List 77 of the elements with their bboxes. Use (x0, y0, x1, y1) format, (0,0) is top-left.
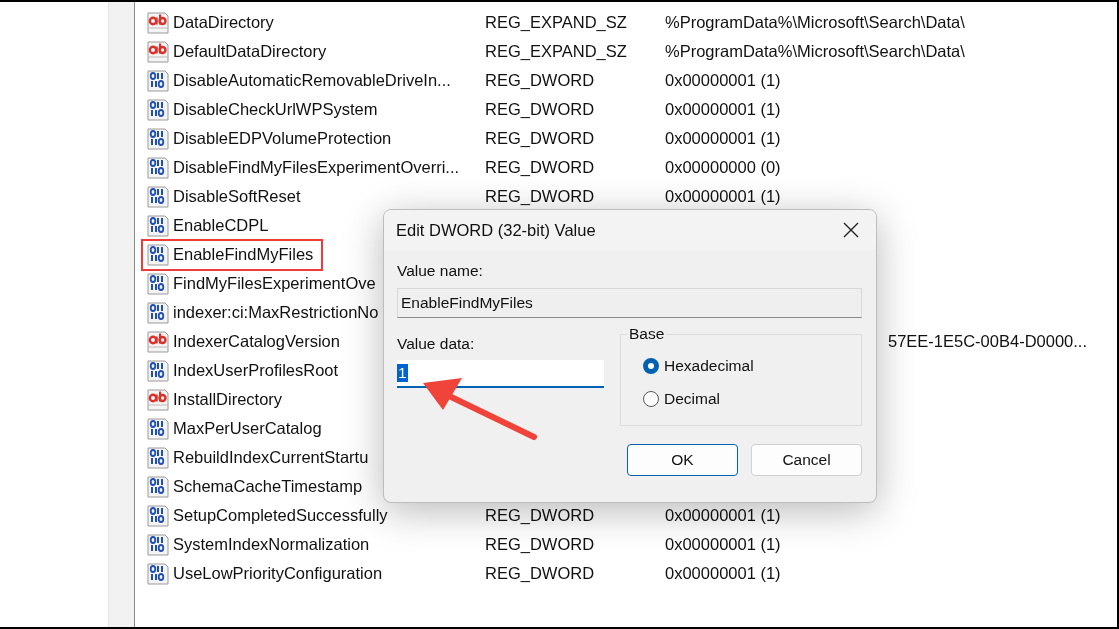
value-data: 0x00000001 (1) (665, 187, 782, 206)
value-name[interactable]: SetupCompletedSuccessfully (173, 506, 388, 525)
binary-value-icon (146, 503, 170, 528)
binary-value-icon (146, 300, 170, 325)
value-type: REG_EXPAND_SZ (485, 42, 628, 61)
ok-button[interactable]: OK (627, 444, 738, 476)
value-type: REG_DWORD (485, 158, 596, 177)
value-name[interactable]: indexer:ci:MaxRestrictionNo (173, 303, 379, 322)
value-type: REG_DWORD (485, 129, 596, 148)
text-value-icon (146, 39, 170, 64)
splitter[interactable] (108, 2, 135, 627)
dialog-title: Edit DWORD (32-bit) Value (396, 220, 596, 240)
value-type: REG_DWORD (485, 564, 596, 583)
close-icon (842, 221, 860, 239)
value-name[interactable]: MaxPerUserCatalog (173, 419, 322, 438)
value-name[interactable]: FindMyFilesExperimentOve (173, 274, 376, 293)
radio-label: Hexadecimal (664, 356, 754, 375)
base-radio[interactable]: Hexadecimal (643, 349, 861, 382)
value-name[interactable]: IndexUserProfilesRoot (173, 361, 339, 380)
value-data: 0x00000001 (1) (665, 535, 782, 554)
value-name[interactable]: DisableEDPVolumeProtection (173, 129, 392, 148)
value-type: REG_DWORD (485, 187, 596, 206)
binary-value-icon (146, 213, 170, 238)
value-name[interactable]: DataDirectory (173, 13, 274, 32)
binary-value-icon (146, 358, 170, 383)
radio-label: Decimal (664, 389, 720, 408)
value-name[interactable]: DisableAutomaticRemovableDriveIn... (173, 71, 451, 90)
binary-value-icon (146, 242, 170, 267)
binary-value-icon (146, 445, 170, 470)
text-value-icon (146, 329, 170, 354)
value-data: 57EE-1E5C-00B4-D0000... (886, 332, 1088, 351)
value-type: REG_EXPAND_SZ (485, 13, 628, 32)
value-name[interactable]: DisableSoftReset (173, 187, 301, 206)
value-name[interactable]: EnableCDPL (173, 216, 269, 235)
value-type: REG_DWORD (485, 71, 596, 90)
value-name[interactable]: UseLowPriorityConfiguration (173, 564, 383, 583)
value-type: REG_DWORD (485, 506, 596, 525)
base-radio[interactable]: Decimal (643, 382, 861, 415)
value-data: 0x00000001 (1) (665, 506, 782, 525)
value-name[interactable]: IndexerCatalogVersion (173, 332, 340, 351)
value-data: %ProgramData%\Microsoft\Search\Data\ (665, 13, 966, 32)
value-name[interactable]: InstallDirectory (173, 390, 283, 409)
value-name[interactable]: SchemaCacheTimestamp (173, 477, 363, 496)
value-data: 0x00000001 (1) (665, 564, 782, 583)
value-name[interactable]: RebuildIndexCurrentStartu (173, 448, 369, 467)
value-data: 0x00000000 (0) (665, 158, 782, 177)
binary-value-icon (146, 184, 170, 209)
binary-value-icon (146, 68, 170, 93)
value-data: %ProgramData%\Microsoft\Search\Data\ (665, 42, 966, 61)
binary-value-icon (146, 271, 170, 296)
binary-value-icon (146, 155, 170, 180)
text-value-icon (146, 387, 170, 412)
binary-value-icon (146, 97, 170, 122)
value-data-field[interactable]: 1 (397, 360, 604, 388)
value-name[interactable]: SystemIndexNormalization (173, 535, 370, 554)
value-type: REG_DWORD (485, 535, 596, 554)
text-value-icon (146, 10, 170, 35)
value-data: 0x00000001 (1) (665, 100, 782, 119)
value-name[interactable]: DisableCheckUrlWPSystem (173, 100, 378, 119)
value-type: REG_DWORD (485, 100, 596, 119)
binary-value-icon (146, 532, 170, 557)
value-name-label: Value name: (397, 262, 484, 280)
value-data-label: Value data: (397, 335, 476, 353)
value-name[interactable]: EnableFindMyFiles (173, 245, 314, 264)
radio-circle[interactable] (643, 357, 659, 374)
value-name[interactable]: DefaultDataDirectory (173, 42, 327, 61)
binary-value-icon (146, 474, 170, 499)
value-name-field: EnableFindMyFiles (397, 288, 862, 318)
binary-value-icon (146, 126, 170, 151)
value-data: 0x00000001 (1) (665, 71, 782, 90)
cancel-button[interactable]: Cancel (751, 444, 862, 476)
radio-circle[interactable] (643, 390, 659, 407)
binary-value-icon (146, 561, 170, 586)
value-name[interactable]: DisableFindMyFilesExperimentOverri... (173, 158, 460, 177)
value-data: 0x00000001 (1) (665, 129, 782, 148)
binary-value-icon (146, 416, 170, 441)
base-label: Base (628, 325, 666, 343)
